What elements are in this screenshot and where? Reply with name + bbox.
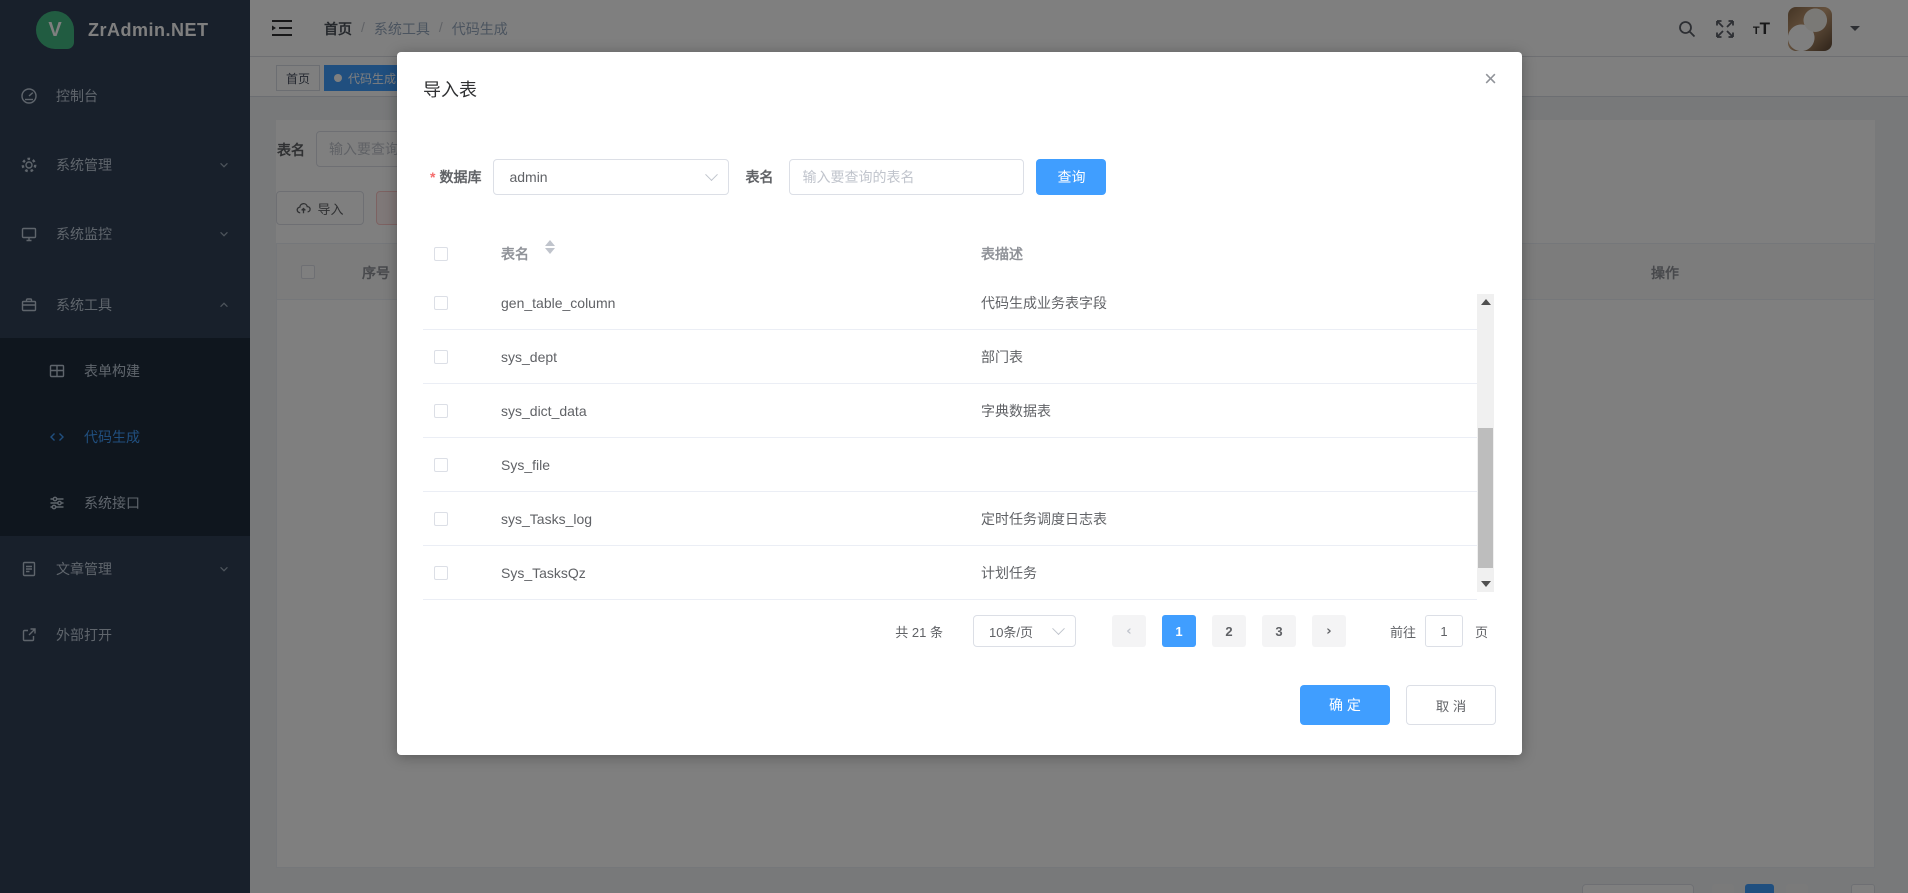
table-row[interactable]: Sys_TasksQz 计划任务 <box>423 546 1477 600</box>
next-page-button[interactable]: › <box>1312 615 1346 647</box>
cell-table-desc: 部门表 <box>981 347 1023 367</box>
goto-label: 前往 <box>1390 622 1416 641</box>
dialog-title: 导入表 <box>423 76 477 102</box>
chevron-down-icon <box>1052 622 1065 635</box>
goto-unit-label: 页 <box>1475 622 1488 641</box>
row-checkbox[interactable] <box>434 350 448 364</box>
row-checkbox[interactable] <box>434 404 448 418</box>
page-size-value: 10条/页 <box>989 622 1033 641</box>
confirm-button-label: 确 定 <box>1329 695 1361 715</box>
table-row[interactable]: sys_dict_data 字典数据表 <box>423 384 1477 438</box>
cancel-button[interactable]: 取 消 <box>1406 685 1496 725</box>
row-checkbox[interactable] <box>434 566 448 580</box>
scroll-down-icon[interactable] <box>1477 576 1494 592</box>
dialog-table-header: 表名 表描述 <box>423 232 1477 276</box>
import-table-dialog: 导入表 × *数据库 admin 表名 查询 表名 表描述 gen_table_… <box>397 52 1522 755</box>
database-label: *数据库 <box>430 167 481 187</box>
table-row[interactable]: Sys_file <box>423 438 1477 492</box>
database-select[interactable]: admin <box>493 159 729 195</box>
table-scrollbar[interactable] <box>1477 294 1494 592</box>
page-size-select[interactable]: 10条/页 <box>973 615 1076 647</box>
goto-page-input[interactable] <box>1425 615 1463 647</box>
scrollbar-thumb[interactable] <box>1478 428 1493 568</box>
cell-table-name: sys_Tasks_log <box>501 511 592 527</box>
cancel-button-label: 取 消 <box>1436 696 1466 715</box>
column-header-table-name: 表名 <box>501 244 529 264</box>
dialog-table-name-input[interactable] <box>789 159 1024 195</box>
database-select-value: admin <box>509 169 547 185</box>
table-row[interactable]: gen_table_column 代码生成业务表字段 <box>423 276 1477 330</box>
pagination-total: 共 21 条 <box>895 622 943 641</box>
cell-table-name: Sys_file <box>501 457 550 473</box>
scroll-up-icon[interactable] <box>1477 294 1494 310</box>
dialog-pagination: 共 21 条 10条/页 ‹ 1 2 3 › 前往 页 <box>895 615 1488 647</box>
cell-table-desc: 代码生成业务表字段 <box>981 293 1107 313</box>
required-asterisk: * <box>430 169 435 185</box>
row-checkbox[interactable] <box>434 512 448 526</box>
cell-table-name: Sys_TasksQz <box>501 565 586 581</box>
cell-table-desc: 字典数据表 <box>981 401 1051 421</box>
page-button-1[interactable]: 1 <box>1162 615 1196 647</box>
cell-table-name: sys_dict_data <box>501 403 587 419</box>
table-row[interactable]: sys_dept 部门表 <box>423 330 1477 384</box>
sort-carets-icon[interactable] <box>545 240 555 254</box>
dialog-select-all-checkbox[interactable] <box>434 247 448 261</box>
query-button-label: 查询 <box>1057 167 1085 187</box>
page-button-2[interactable]: 2 <box>1212 615 1246 647</box>
page-button-3[interactable]: 3 <box>1262 615 1296 647</box>
row-checkbox[interactable] <box>434 458 448 472</box>
cell-table-desc: 计划任务 <box>981 563 1037 583</box>
query-button[interactable]: 查询 <box>1036 159 1106 195</box>
table-row[interactable]: sys_Tasks_log 定时任务调度日志表 <box>423 492 1477 546</box>
close-icon[interactable]: × <box>1484 68 1497 90</box>
dialog-table-name-label: 表名 <box>745 167 773 187</box>
row-checkbox[interactable] <box>434 296 448 310</box>
cell-table-name: gen_table_column <box>501 295 615 311</box>
cell-table-name: sys_dept <box>501 349 557 365</box>
chevron-down-icon <box>706 168 719 181</box>
app-root: V ZrAdmin.NET 控制台 系统管理 系统监控 系统工具 表单构建 <box>0 0 1908 893</box>
confirm-button[interactable]: 确 定 <box>1300 685 1390 725</box>
cell-table-desc: 定时任务调度日志表 <box>981 509 1107 529</box>
prev-page-button[interactable]: ‹ <box>1112 615 1146 647</box>
column-header-table-desc: 表描述 <box>981 244 1023 264</box>
dialog-search-form: *数据库 admin 表名 查询 <box>430 159 1106 195</box>
